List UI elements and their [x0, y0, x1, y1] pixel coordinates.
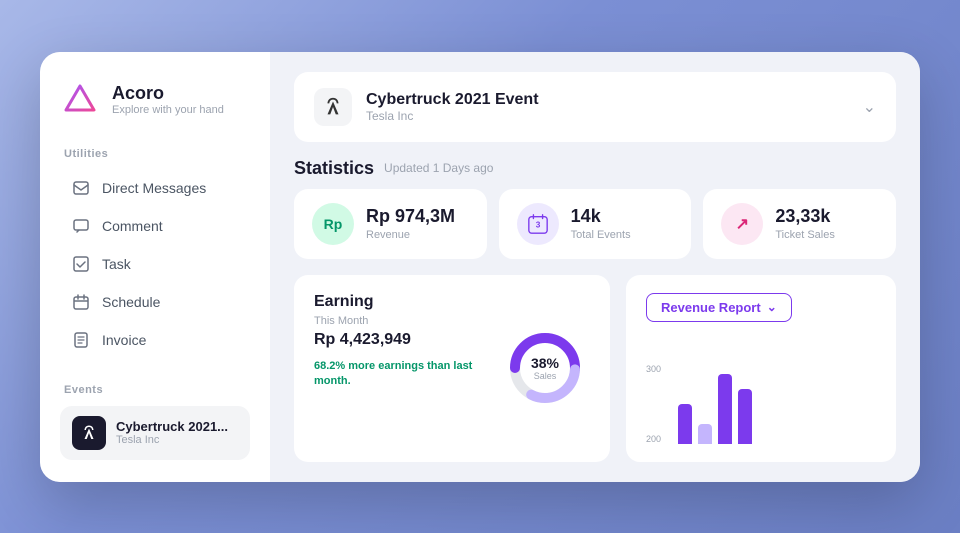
- direct-messages-label: Direct Messages: [102, 180, 206, 196]
- donut-percent: 38%: [531, 355, 559, 371]
- header-event-company: Tesla Inc: [366, 109, 849, 123]
- bar-chart-area: 300 200: [646, 332, 876, 444]
- sidebar: Acoro Explore with your hand Utilities D…: [40, 52, 270, 482]
- stat-tickets-text: 23,33k Ticket Sales: [775, 206, 835, 241]
- earning-amount: Rp 4,423,949: [314, 331, 484, 349]
- sidebar-event-name: Cybertruck 2021...: [116, 419, 228, 434]
- tesla-icon-box: [72, 416, 106, 450]
- sidebar-item-comment[interactable]: Comment: [60, 208, 250, 244]
- revenue-label: Revenue: [366, 229, 455, 241]
- tickets-icon: ↗: [721, 203, 763, 245]
- events-label: Total Events: [571, 229, 631, 241]
- sidebar-item-schedule[interactable]: Schedule: [60, 284, 250, 320]
- sidebar-event-text: Cybertruck 2021... Tesla Inc: [116, 419, 228, 446]
- utilities-label: Utilities: [60, 148, 250, 160]
- schedule-icon: [72, 293, 90, 311]
- invoice-icon: [72, 331, 90, 349]
- tickets-label: Ticket Sales: [775, 229, 835, 241]
- events-value: 14k: [571, 206, 631, 227]
- earning-period: This Month: [314, 315, 484, 327]
- logo-icon: [60, 80, 100, 120]
- sidebar-item-direct-messages[interactable]: Direct Messages: [60, 170, 250, 206]
- stats-header: Statistics Updated 1 Days ago: [294, 158, 896, 179]
- donut-chart: 38% Sales: [505, 328, 585, 408]
- header-tesla-icon: [314, 88, 352, 126]
- donut-center: 38% Sales: [531, 355, 559, 381]
- stat-card-tickets: ↗ 23,33k Ticket Sales: [703, 189, 896, 259]
- logo-text-group: Acoro Explore with your hand: [112, 83, 224, 116]
- logo-area: Acoro Explore with your hand: [60, 80, 250, 120]
- stats-updated: Updated 1 Days ago: [384, 161, 493, 175]
- bar-1: [678, 404, 692, 444]
- app-subtitle: Explore with your hand: [112, 104, 224, 116]
- utilities-section: Utilities Direct Messages Com: [60, 148, 250, 360]
- stat-card-events: 3 14k Total Events: [499, 189, 692, 259]
- stat-revenue-text: Rp 974,3M Revenue: [366, 206, 455, 241]
- earning-title: Earning: [314, 293, 484, 311]
- bar-chart: 300 200: [646, 364, 876, 444]
- schedule-label: Schedule: [102, 294, 160, 310]
- stats-cards: Rp Rp 974,3M Revenue 3: [294, 189, 896, 259]
- main-content: Cybertruck 2021 Event Tesla Inc ⌄ Statis…: [270, 52, 920, 482]
- earning-text: Earning This Month Rp 4,423,949 68.2% mo…: [314, 293, 484, 444]
- task-label: Task: [102, 256, 131, 272]
- events-label: Events: [60, 384, 250, 396]
- comment-icon: [72, 217, 90, 235]
- mail-icon: [72, 179, 90, 197]
- stat-card-revenue: Rp Rp 974,3M Revenue: [294, 189, 487, 259]
- revenue-value: Rp 974,3M: [366, 206, 455, 227]
- sidebar-event-item[interactable]: Cybertruck 2021... Tesla Inc: [60, 406, 250, 460]
- bar-2: [698, 424, 712, 444]
- sidebar-item-task[interactable]: Task: [60, 246, 250, 282]
- earning-note-highlight: 68.2%: [314, 360, 345, 372]
- revenue-report-label: Revenue Report: [661, 300, 761, 315]
- header-event-text: Cybertruck 2021 Event Tesla Inc: [366, 91, 849, 123]
- events-section: Events Cybertruck 2021... Tesla Inc: [60, 384, 250, 460]
- earning-note: 68.2% more earnings than last month.: [314, 359, 484, 390]
- donut-container: 38% Sales: [500, 293, 590, 444]
- header-event-name: Cybertruck 2021 Event: [366, 91, 849, 109]
- comment-label: Comment: [102, 218, 163, 234]
- header-card: Cybertruck 2021 Event Tesla Inc ⌄: [294, 72, 896, 142]
- events-icon: 3: [517, 203, 559, 245]
- y-label-300: 300: [646, 364, 661, 374]
- bottom-row: Earning This Month Rp 4,423,949 68.2% mo…: [294, 275, 896, 462]
- y-labels: 300 200: [646, 364, 661, 444]
- task-icon: [72, 255, 90, 273]
- revenue-card: Revenue Report ⌄ 300 200: [626, 275, 896, 462]
- bar-3: [718, 374, 732, 444]
- header-chevron[interactable]: ⌄: [863, 97, 876, 117]
- app-title: Acoro: [112, 83, 224, 104]
- y-label-200: 200: [646, 434, 661, 444]
- revenue-header: Revenue Report ⌄: [646, 293, 876, 322]
- invoice-label: Invoice: [102, 332, 146, 348]
- bar-4: [738, 389, 752, 444]
- bars-group: [678, 364, 752, 444]
- sidebar-event-company: Tesla Inc: [116, 434, 228, 446]
- donut-label: Sales: [531, 371, 559, 381]
- svg-text:3: 3: [535, 220, 540, 229]
- sidebar-item-invoice[interactable]: Invoice: [60, 322, 250, 358]
- tickets-value: 23,33k: [775, 206, 835, 227]
- earning-card: Earning This Month Rp 4,423,949 68.2% mo…: [294, 275, 610, 462]
- revenue-report-button[interactable]: Revenue Report ⌄: [646, 293, 792, 322]
- revenue-chevron-icon: ⌄: [767, 300, 777, 314]
- stat-events-text: 14k Total Events: [571, 206, 631, 241]
- revenue-icon: Rp: [312, 203, 354, 245]
- stats-title: Statistics: [294, 158, 374, 179]
- statistics-section: Statistics Updated 1 Days ago Rp Rp 974,…: [294, 158, 896, 259]
- main-container: Acoro Explore with your hand Utilities D…: [40, 52, 920, 482]
